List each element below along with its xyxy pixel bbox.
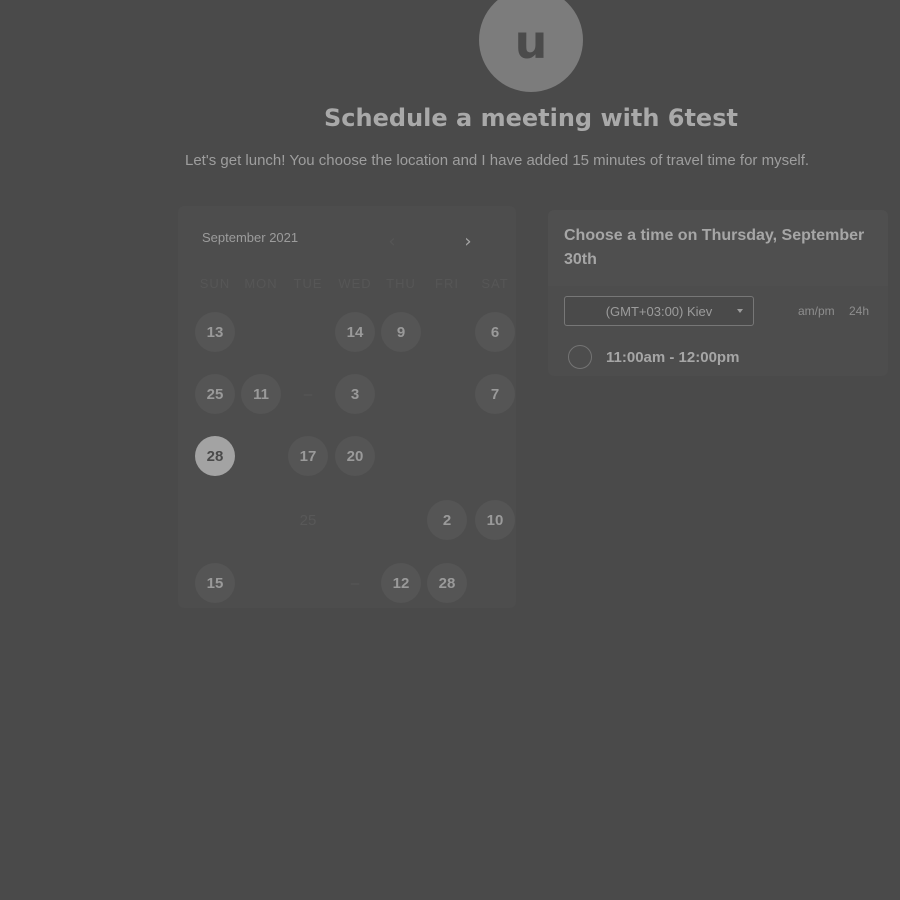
calendar-day[interactable]: 14: [335, 312, 375, 352]
timezone-select[interactable]: (GMT+03:00) Kiev: [564, 296, 754, 326]
host-avatar: u: [479, 0, 583, 92]
time-slot-label: 11:00am - 12:00pm: [606, 348, 740, 366]
time-picker-panel: Choose a time on Thursday, September 30t…: [548, 210, 888, 376]
weekday-label: THU: [386, 276, 416, 291]
weekday-label: TUE: [293, 276, 323, 291]
timezone-value: (GMT+03:00) Kiev: [605, 303, 713, 319]
format-ampm-toggle[interactable]: am/pm: [798, 304, 835, 318]
calendar-day[interactable]: 10: [475, 500, 515, 540]
time-slot-option[interactable]: 11:00am - 12:00pm: [568, 344, 868, 370]
page-title: Schedule a meeting with 6test: [324, 104, 738, 132]
calendar-day[interactable]: 12: [381, 563, 421, 603]
calendar-day[interactable]: 15: [195, 563, 235, 603]
calendar-day[interactable]: 3: [335, 374, 375, 414]
calendar-day[interactable]: 6: [475, 312, 515, 352]
caret-down-icon: [737, 309, 743, 313]
calendar-day: –: [303, 385, 313, 403]
calendar-day[interactable]: 25: [195, 374, 235, 414]
calendar-month-label: September 2021: [202, 230, 299, 245]
format-24h-toggle[interactable]: 24h: [849, 304, 869, 318]
radio-button[interactable]: [568, 345, 592, 369]
chevron-left-icon[interactable]: ‹: [382, 231, 402, 252]
calendar-day-selected[interactable]: 28: [195, 436, 235, 476]
weekday-label: FRI: [435, 276, 459, 291]
calendar-day[interactable]: 28: [427, 563, 467, 603]
calendar-day[interactable]: 17: [288, 436, 328, 476]
weekday-label: SUN: [199, 276, 231, 291]
calendar-day: –: [350, 574, 360, 592]
time-panel-heading: Choose a time on Thursday, September 30t…: [548, 210, 888, 286]
calendar-day[interactable]: 9: [381, 312, 421, 352]
calendar-day[interactable]: 7: [475, 374, 515, 414]
calendar-day: 25: [299, 511, 317, 529]
date-picker-calendar: September 2021 ‹ › SUN MON TUE WED THU FRI SAT…: [178, 206, 516, 608]
calendar-day[interactable]: 13: [195, 312, 235, 352]
meeting-description: Let's get lunch! You choose the location…: [185, 152, 810, 169]
calendar-day[interactable]: 2: [427, 500, 467, 540]
avatar-initial: u: [514, 15, 548, 69]
calendar-day[interactable]: 11: [241, 374, 281, 414]
chevron-right-icon[interactable]: ›: [458, 231, 478, 252]
calendar-day[interactable]: 20: [335, 436, 375, 476]
weekday-label: SAT: [481, 276, 509, 291]
weekday-label: WED: [338, 276, 372, 291]
weekday-label: MON: [244, 276, 278, 291]
